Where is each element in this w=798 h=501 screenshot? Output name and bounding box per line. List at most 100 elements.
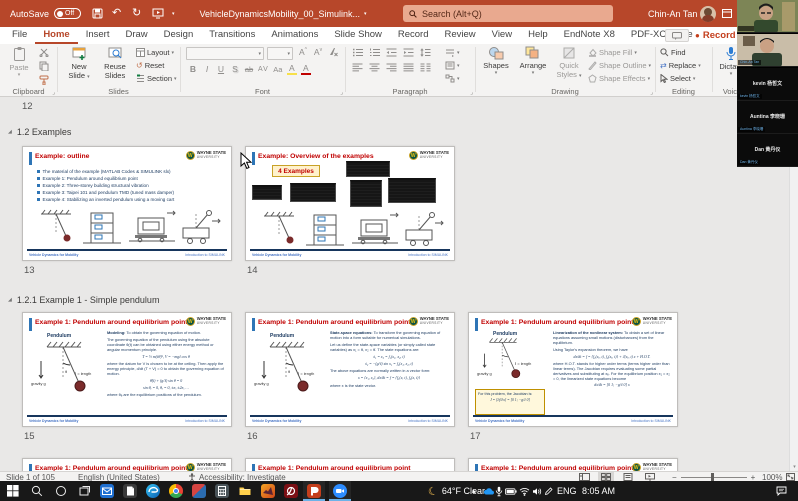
participant-video-tile[interactable]: Dan 黄丹仪 Dan 黄丹仪: [737, 134, 798, 167]
bold-button[interactable]: B: [188, 64, 198, 74]
language-tray-indicator[interactable]: ENG: [557, 481, 577, 501]
slide-thumbnail-19[interactable]: Example 1: Pendulum around equilibrium p…: [245, 458, 455, 471]
account-avatar[interactable]: [700, 0, 716, 27]
slide-thumbnail-18[interactable]: Example 1: Pendulum around equilibrium p…: [22, 458, 232, 471]
align-text-button[interactable]: ▾: [445, 60, 460, 71]
numbering-icon[interactable]: [369, 48, 380, 57]
section-header-examples[interactable]: ◢ 1.2 Examples: [8, 127, 71, 137]
participant-video-tile[interactable]: kevin 杨哲文 kevin 杨哲文: [737, 68, 798, 101]
align-left-icon[interactable]: [352, 63, 363, 72]
pen-tray-icon[interactable]: [544, 481, 553, 501]
columns-icon[interactable]: [420, 63, 431, 72]
font-name-combo[interactable]: ▾: [186, 47, 264, 60]
justify-icon[interactable]: [403, 63, 414, 72]
zoom-slider[interactable]: [681, 477, 747, 478]
font-size-combo[interactable]: ▾: [267, 47, 293, 60]
taskbar-powerpoint-app[interactable]: [303, 481, 325, 501]
taskbar-remote-app[interactable]: [188, 481, 210, 501]
ribbon-display-options-button[interactable]: [722, 0, 732, 27]
convert-smartart-button[interactable]: ▾: [445, 73, 460, 84]
battery-tray-icon[interactable]: [505, 481, 517, 501]
record-button[interactable]: ● Record: [695, 28, 736, 43]
paste-button[interactable]: Paste ▾: [3, 46, 35, 78]
layout-button[interactable]: Layout ▾: [136, 47, 174, 58]
shapes-button[interactable]: Shapes ▾: [480, 46, 512, 76]
bullets-icon[interactable]: [352, 48, 363, 57]
clock[interactable]: 8:05 AM: [582, 481, 615, 501]
font-dialog-launcher[interactable]: ⌟: [340, 89, 343, 96]
tab-insert[interactable]: Insert: [78, 27, 118, 44]
search-bar[interactable]: [403, 5, 613, 22]
slide-thumbnail-16[interactable]: Example 1: Pendulum around equilibrium p…: [245, 312, 455, 427]
weather-widget[interactable]: ☾ 64°F Clear: [428, 481, 485, 501]
tab-review[interactable]: Review: [437, 27, 484, 44]
start-slideshow-button[interactable]: [152, 0, 164, 27]
arrange-button[interactable]: Arrange ▾: [515, 46, 551, 76]
italic-button[interactable]: I: [202, 64, 212, 74]
tab-draw[interactable]: Draw: [117, 27, 155, 44]
cut-icon[interactable]: [39, 48, 49, 57]
action-center-button[interactable]: [776, 481, 787, 501]
grow-font-button[interactable]: A^: [298, 47, 308, 57]
account-name[interactable]: Chin-An Tan: [648, 0, 697, 27]
search-input[interactable]: [422, 9, 592, 19]
participant-video-tile[interactable]: Chin-An Tan: [737, 34, 798, 67]
taskbar-file-explorer[interactable]: [234, 481, 256, 501]
shape-fill-button[interactable]: Shape Fill ▾: [588, 47, 637, 58]
underline-button[interactable]: U: [216, 64, 226, 74]
clear-formatting-icon[interactable]: [328, 47, 338, 57]
taskbar-zoom-app[interactable]: [329, 481, 351, 501]
font-color-button[interactable]: A: [301, 63, 311, 75]
format-painter-icon[interactable]: [39, 75, 49, 85]
select-button[interactable]: Select ▾: [660, 73, 695, 84]
shape-outline-button[interactable]: Shape Outline ▾: [588, 60, 651, 71]
align-center-icon[interactable]: [369, 63, 380, 72]
onedrive-tray-icon[interactable]: [483, 481, 495, 501]
text-shadow-button[interactable]: S: [230, 64, 240, 74]
tab-home[interactable]: Home: [35, 27, 77, 44]
taskbar-notes-app[interactable]: [119, 481, 141, 501]
tab-file[interactable]: File: [4, 27, 35, 44]
slide-thumbnail-15[interactable]: Example 1: Pendulum around equilibrium p…: [22, 312, 232, 427]
taskbar-search-button[interactable]: [26, 481, 48, 501]
replace-button[interactable]: ⇄ Replace ▾: [660, 60, 701, 71]
document-title[interactable]: VehicleDynamicsMobility_00_Simulink... ▾: [208, 0, 358, 27]
paragraph-dialog-launcher[interactable]: ⌟: [470, 89, 473, 96]
text-direction-button[interactable]: ▾: [445, 47, 460, 58]
quick-styles-button[interactable]: Quick Styles ▾: [554, 46, 584, 79]
tab-view[interactable]: View: [484, 27, 520, 44]
line-spacing-icon[interactable]: [420, 48, 431, 57]
taskbar-chrome-app[interactable]: [165, 481, 187, 501]
redo-button[interactable]: ↻: [132, 0, 141, 27]
tray-chevron-button[interactable]: ▴: [472, 481, 476, 501]
autosave-toggle[interactable]: Off: [54, 0, 81, 27]
participant-video-tile[interactable]: [737, 0, 798, 33]
taskbar-acrobat-app[interactable]: [280, 481, 302, 501]
slide-thumbnail-14[interactable]: Example: Overview of the examples W WAYN…: [245, 146, 455, 261]
slide-thumbnail-17[interactable]: Example 1: Pendulum around equilibrium p…: [468, 312, 678, 427]
save-button[interactable]: [92, 0, 103, 27]
change-case-button[interactable]: Aa: [273, 65, 283, 74]
shrink-font-button[interactable]: Av: [313, 47, 323, 57]
tab-slide-show[interactable]: Slide Show: [326, 27, 390, 44]
tab-endnote[interactable]: EndNote X8: [556, 27, 623, 44]
participant-video-tile[interactable]: Auntina 李晓珊 Auntina 李晓珊: [737, 101, 798, 134]
scroll-down-arrow[interactable]: ▾: [790, 464, 798, 470]
section-button[interactable]: Section ▾: [136, 73, 177, 84]
decrease-indent-icon[interactable]: [386, 48, 397, 57]
slide-thumbnail-13[interactable]: Example: outline W WAYNE STATEUNIVERSITY…: [22, 146, 232, 261]
section-header-example1[interactable]: ◢ 1.2.1 Example 1 - Simple pendulum: [8, 295, 159, 305]
find-button[interactable]: Find: [660, 47, 686, 58]
clipboard-dialog-launcher[interactable]: ⌟: [52, 89, 55, 96]
tab-record[interactable]: Record: [390, 27, 437, 44]
cortana-button[interactable]: [50, 481, 72, 501]
tab-help[interactable]: Help: [520, 27, 556, 44]
undo-button[interactable]: ↶: [112, 0, 121, 27]
slide-thumbnail-20[interactable]: Example 1: Pendulum around equilibrium p…: [468, 458, 678, 471]
drawing-dialog-launcher[interactable]: ⌟: [650, 89, 653, 96]
character-spacing-button[interactable]: AV: [258, 66, 269, 73]
start-button[interactable]: [2, 481, 24, 501]
highlight-color-button[interactable]: A: [287, 63, 297, 75]
tab-design[interactable]: Design: [156, 27, 202, 44]
taskbar-mail-app[interactable]: [96, 481, 118, 501]
